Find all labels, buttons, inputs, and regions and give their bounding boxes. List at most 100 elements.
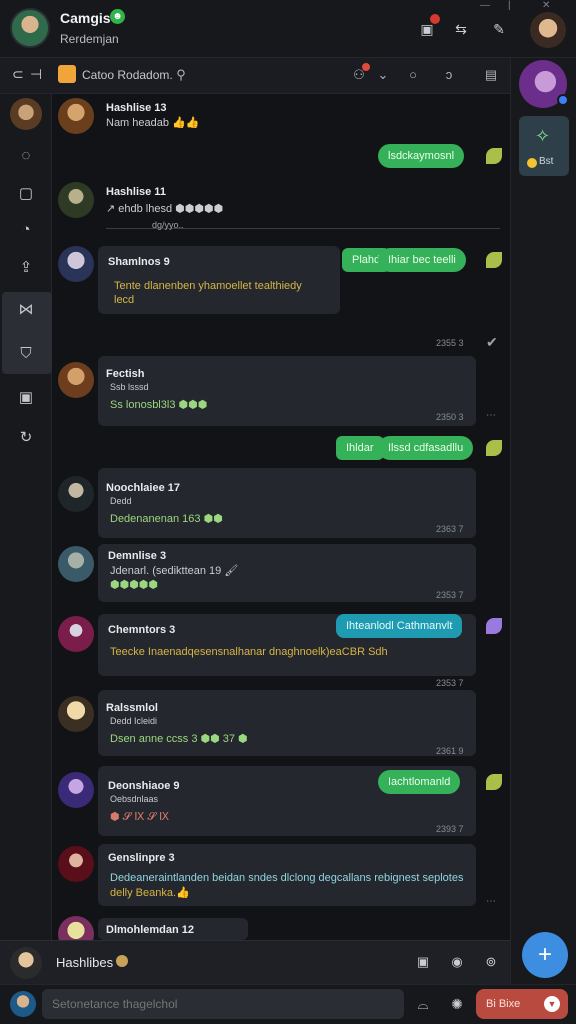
online-icon: ☻ [110, 9, 125, 24]
message-author[interactable]: Fectish [106, 368, 145, 380]
reply-bubble[interactable]: Ihteanlodl Cathmanvlt [336, 614, 463, 638]
search-icon[interactable]: ○ [404, 66, 422, 84]
message-author[interactable]: Dlmohlemdan 12 [106, 924, 194, 936]
reply-bubble[interactable]: Ihiar bec teelli [378, 248, 466, 272]
left-rail: ◌ ▢ ◔ ⇪ ⋈ ⛉ ▣ ↻ [0, 94, 52, 940]
timestamp: 2353 7 [436, 590, 464, 600]
user-avatar[interactable] [530, 12, 566, 48]
message-text-2: lecd [114, 294, 135, 306]
message-avatar[interactable] [58, 772, 94, 808]
message-avatar[interactable] [58, 846, 94, 882]
compose-avatar[interactable] [10, 991, 36, 1017]
message-text: Dedenanenan 163 ⬢⬢ [110, 513, 223, 525]
message-avatar[interactable] [58, 546, 94, 582]
reply-bubble[interactable]: Ilssd cdfasadllu [378, 436, 474, 460]
message-avatar[interactable] [58, 362, 94, 398]
leaf-icon [486, 440, 502, 456]
timestamp: 2393 7 [436, 824, 464, 834]
shield-icon[interactable]: ⛉ [16, 344, 36, 364]
message-author[interactable]: Genslinpre 3 [108, 852, 175, 864]
pin-icon[interactable]: ⚲ [172, 66, 190, 84]
timestamp: 2361 9 [436, 746, 464, 756]
message-avatar[interactable] [58, 246, 94, 282]
inbox-icon[interactable]: ▤ [482, 66, 500, 84]
quick-action-label: Bst [539, 156, 554, 167]
settings-icon[interactable]: ⊚ [482, 953, 500, 971]
message-text: Dedeaneraintlanden beidan sndes dlclong … [110, 872, 464, 884]
users-badge [362, 63, 370, 71]
message-avatar[interactable] [58, 98, 94, 134]
leaf-icon [486, 618, 502, 634]
message-text: Teecke Inaenadqesensnalhanar dnaghnoelk)… [110, 646, 388, 658]
quick-action-card[interactable]: ✧ Bst [519, 116, 569, 176]
message-text: Jdenarl. (sedikttean 19 🖌 [110, 565, 239, 577]
divider-label: dg/yyo.. [152, 220, 184, 230]
message-icon[interactable]: ◔ [16, 220, 36, 240]
channel-toolbar: ⊂ ⊣ Catoo Rodadom. ⚲ ⚇ ⌄ ○ ↄ ▤ [0, 58, 510, 94]
message-text: ↗ ehdb lhesd ⬢⬢⬢⬢⬢ [106, 203, 224, 215]
reply-bubble[interactable]: lsdckaymosnl [378, 144, 465, 168]
folder-icon[interactable]: ▢ [16, 184, 36, 204]
message-author[interactable]: Hashlise 11 [106, 186, 166, 198]
chevron-down-icon[interactable]: ⌄ [374, 66, 392, 84]
mention-icon[interactable]: ↄ [440, 66, 458, 84]
menu-icon[interactable]: ⊣ [30, 66, 42, 83]
message-avatar[interactable] [58, 916, 94, 940]
reply-prefix[interactable]: Ihldar [336, 436, 384, 460]
message-avatar[interactable] [58, 616, 94, 652]
message-avatar[interactable] [58, 476, 94, 512]
message-text-2: ⬢⬢⬢⬢⬢ [110, 579, 159, 591]
edit-icon[interactable]: ✎ [490, 20, 508, 38]
message-author[interactable]: Demnlise 3 [108, 550, 166, 562]
close-window-icon[interactable]: ✕ [542, 0, 550, 11]
compose-bar: ⌓ ✺ Bi Bixe ▼ [0, 984, 576, 1024]
timestamp: 2350 3 [436, 412, 464, 422]
message-author[interactable]: Shamlnos 9 [108, 256, 170, 268]
message-avatar[interactable] [58, 696, 94, 732]
document-icon[interactable]: ▣ [16, 388, 36, 408]
message-avatar[interactable] [58, 182, 94, 218]
message-subtext: Dedd Icleidi [110, 716, 158, 726]
now-playing-bar[interactable]: Hashlibes ▣ ◉ ⊚ [0, 940, 510, 984]
users-icon[interactable]: ⚇ [350, 63, 370, 84]
timestamp: 2363 7 [436, 524, 464, 534]
leaf-icon [486, 148, 502, 164]
message-card[interactable] [98, 356, 476, 426]
message-author[interactable]: Ralssmlol [106, 702, 158, 714]
group-avatar[interactable] [10, 8, 50, 48]
message-text: ⬢ 𝓢 Ⅸ 𝓢 Ⅸ [110, 811, 170, 823]
more-icon[interactable]: ⋯ [486, 410, 496, 421]
now-avatar[interactable] [10, 947, 42, 979]
message-author[interactable]: Noochlaiee 17 [106, 482, 180, 494]
chat-icon[interactable]: ◌ [16, 146, 36, 166]
calendar-icon[interactable]: ▣ [418, 14, 440, 38]
network-icon[interactable]: ⋈ [16, 300, 36, 320]
emoji-icon[interactable]: ✺ [448, 995, 466, 1013]
status-dot [557, 94, 569, 106]
refresh-icon[interactable]: ↻ [16, 428, 36, 448]
new-chat-button[interactable]: + [522, 932, 568, 978]
attach-icon[interactable]: ⌓ [414, 995, 432, 1013]
send-icon: ▼ [544, 996, 560, 1012]
back-icon[interactable]: ⊂ [12, 66, 24, 83]
rail-avatar[interactable] [10, 98, 42, 130]
message-card[interactable] [98, 468, 476, 538]
coin-icon [116, 955, 128, 967]
message-author[interactable]: Hashlise 13 [106, 102, 167, 114]
reply-bubble[interactable]: Iachtlomanld [378, 770, 461, 794]
window-control-icon[interactable]: — [480, 0, 490, 11]
upload-icon[interactable]: ⇪ [16, 258, 36, 278]
share-icon[interactable]: ⇆ [452, 20, 470, 38]
channel-icon [58, 65, 76, 83]
message-input[interactable] [42, 989, 404, 1019]
message-subtext: Dedd [110, 496, 132, 506]
message-author[interactable]: Chemntors 3 [108, 624, 175, 636]
channel-name: Catoo Rodadom. [82, 68, 173, 82]
more-icon[interactable]: ⋯ [486, 896, 496, 907]
camera-icon[interactable]: ▣ [414, 953, 432, 971]
send-button[interactable]: Bi Bixe ▼ [476, 989, 568, 1019]
message-author[interactable]: Deonshiaoe 9 [108, 780, 180, 792]
mute-icon[interactable]: ◉ [448, 953, 466, 971]
message-subtext: Oebsdnlaas [110, 794, 159, 804]
message-feed[interactable]: Hashlise 13 Nam headab 👍👍 lsdckaymosnl H… [52, 94, 510, 940]
